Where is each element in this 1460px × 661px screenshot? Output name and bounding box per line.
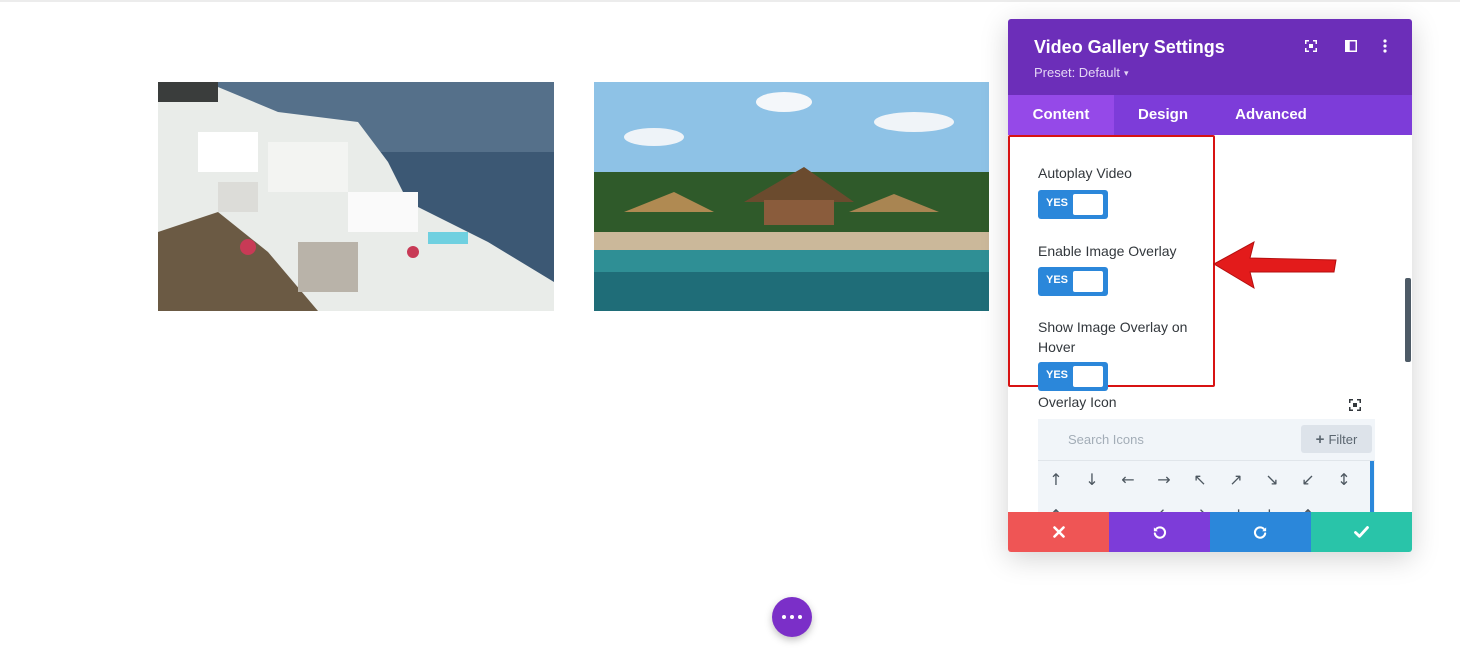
page-top-border — [0, 0, 1460, 2]
arrow-icon[interactable]: ↔ — [1116, 504, 1140, 512]
arrow-left-icon[interactable]: ← — [1116, 468, 1140, 492]
icon-picker-scrollbar[interactable] — [1370, 461, 1374, 512]
page-options-button[interactable] — [772, 597, 812, 637]
divider — [1038, 460, 1375, 461]
arrow-icon[interactable]: ↳ — [1260, 504, 1284, 512]
panel-footer — [1008, 512, 1412, 552]
show-overlay-on-hover-toggle[interactable]: YES — [1038, 362, 1108, 391]
arrow-icon[interactable]: ↔ — [1080, 504, 1104, 512]
show-overlay-on-hover-label: Show Image Overlay on Hover — [1038, 317, 1187, 357]
preset-selector[interactable]: Preset: Default ▾ — [1034, 65, 1129, 80]
autoplay-video-toggle[interactable]: YES — [1038, 190, 1108, 219]
enable-image-overlay-toggle[interactable]: YES — [1038, 267, 1108, 296]
discard-button[interactable] — [1008, 512, 1109, 552]
fab-dot — [790, 615, 794, 619]
arrow-down-icon[interactable]: ↓ — [1080, 468, 1104, 492]
arrow-down-left-icon[interactable]: ↙ — [1296, 468, 1320, 492]
fab-dot — [798, 615, 802, 619]
label-line: Show Image Overlay on — [1038, 319, 1188, 335]
redo-icon — [1253, 525, 1267, 539]
caret-down-icon: ▾ — [1124, 68, 1129, 78]
filter-button[interactable]: + Filter — [1301, 425, 1372, 453]
checkmark-icon — [1354, 526, 1369, 538]
toggle-state: YES — [1046, 197, 1069, 209]
arrow-icon[interactable]: ↕ — [1044, 504, 1068, 512]
save-button[interactable] — [1311, 512, 1412, 552]
arrow-down-right-icon[interactable]: ↘ — [1260, 468, 1284, 492]
more-options-icon[interactable] — [1378, 39, 1392, 53]
red-arrow-annotation — [1212, 241, 1337, 290]
arrow-up-down-icon[interactable]: ↕ — [1332, 468, 1356, 492]
tab-content[interactable]: Content — [1008, 95, 1114, 135]
arrow-icon[interactable]: ↰ — [1152, 504, 1176, 512]
redo-button[interactable] — [1210, 512, 1311, 552]
tab-advanced[interactable]: Advanced — [1212, 95, 1330, 135]
panel-body: Autoplay Video YES Enable Image Overlay … — [1008, 135, 1412, 512]
arrow-up-icon[interactable]: ↑ — [1044, 468, 1068, 492]
undo-button[interactable] — [1109, 512, 1210, 552]
filter-label: Filter — [1328, 431, 1358, 447]
gallery-image-resort[interactable] — [594, 82, 989, 311]
panel-scrollbar[interactable] — [1405, 278, 1411, 362]
split-view-icon[interactable] — [1344, 39, 1358, 53]
arrow-icon[interactable]: ↱ — [1188, 504, 1212, 512]
overlay-icon-label: Overlay Icon — [1038, 394, 1117, 410]
toggle-state: YES — [1046, 369, 1069, 381]
label-line: Hover — [1038, 339, 1076, 355]
expand-icon[interactable] — [1349, 398, 1361, 411]
preset-label: Preset: Default — [1034, 65, 1120, 80]
gallery-image-santorini[interactable] — [158, 82, 554, 311]
arrow-icon[interactable]: ↕ — [1296, 504, 1320, 512]
tab-design[interactable]: Design — [1114, 95, 1212, 135]
icon-picker: Search Icons + Filter ↑ ↓ ← → ↖ ↗ ↘ ↙ ↕ … — [1038, 419, 1375, 512]
panel-title: Video Gallery Settings — [1034, 37, 1225, 57]
panel-header: Video Gallery Settings Preset: Default ▾ — [1008, 19, 1412, 95]
toggle-knob — [1073, 271, 1103, 292]
autoplay-video-label: Autoplay Video — [1038, 165, 1132, 181]
arrow-icon[interactable]: ↲ — [1224, 504, 1248, 512]
plus-icon: + — [1315, 430, 1325, 448]
arrow-right-icon[interactable]: → — [1152, 468, 1176, 492]
close-icon — [1052, 526, 1065, 538]
icon-search-input[interactable]: Search Icons — [1068, 432, 1144, 447]
undo-icon — [1153, 525, 1167, 539]
enable-image-overlay-label: Enable Image Overlay — [1038, 243, 1177, 259]
settings-panel: Video Gallery Settings Preset: Default ▾ … — [1008, 19, 1412, 552]
panel-tabs: Content Design Advanced — [1008, 95, 1412, 135]
arrow-up-left-icon[interactable]: ↖ — [1188, 468, 1212, 492]
toggle-knob — [1073, 194, 1103, 215]
fab-dot — [782, 615, 786, 619]
arrow-up-right-icon[interactable]: ↗ — [1224, 468, 1248, 492]
expand-icon[interactable] — [1304, 39, 1318, 53]
toggle-state: YES — [1046, 274, 1069, 286]
toggle-knob — [1073, 366, 1103, 387]
